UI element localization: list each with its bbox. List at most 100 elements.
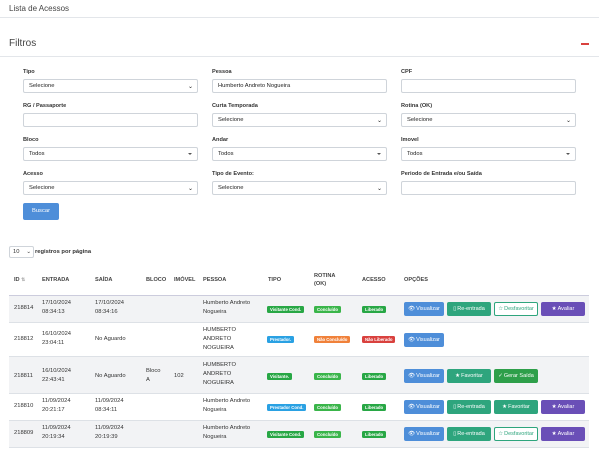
avaliar-button[interactable]: ★Avaliar	[541, 427, 585, 441]
tipo-badge: Visitante Cond.	[267, 306, 305, 313]
pessoa-label: Pessoa	[212, 69, 232, 75]
acesso-label: Acesso	[23, 171, 43, 177]
tipo-badge: Prestador Cond.	[267, 404, 307, 411]
chevron-down-icon: ⌄	[565, 118, 571, 124]
visualizar-button[interactable]: 👁Visualizar	[404, 333, 444, 347]
imovel-select[interactable]: Todos	[401, 147, 576, 161]
table-row: 218810 11/09/2024 20:21:17 11/09/2024 08…	[9, 394, 589, 421]
rg-label: RG / Passaporte	[23, 103, 67, 109]
cell-pessoa: Humberto Andreto Nogueira	[203, 300, 251, 315]
reentrada-button[interactable]: ▯Re-entrada	[447, 427, 491, 441]
cell-pessoa: Humberto Andreto Nogueira	[203, 398, 251, 413]
page-size-select[interactable]: 10 ⌄	[9, 246, 34, 258]
th-id[interactable]: ID ⇅	[14, 277, 25, 283]
filters-title: Filtros	[9, 38, 37, 49]
th-entrada[interactable]: ENTRADA	[42, 277, 69, 283]
th-tipo[interactable]: TIPO	[268, 277, 281, 283]
tipo-badge: Visitante.	[267, 373, 293, 380]
rotina-badge: Concluído	[314, 306, 342, 313]
acesso-badge: Liberado	[362, 431, 387, 438]
cell-saida: 11/09/2024 08:34:11	[95, 398, 124, 413]
acesso-select[interactable]: Selecione ⌄	[23, 181, 198, 195]
acesso-badge: Liberado	[362, 404, 387, 411]
star-icon: ☆	[498, 431, 504, 437]
acesso-badge: Não Liberado	[362, 336, 396, 343]
door-icon: ▯	[453, 404, 457, 410]
tipo-evento-select[interactable]: Selecione ⌄	[212, 181, 387, 195]
acesso-badge: Liberado	[362, 373, 387, 380]
acesso-badge: Liberado	[362, 306, 387, 313]
curta-label: Curta Temporada	[212, 103, 258, 109]
tipo-select[interactable]: Selecione ⌄	[23, 79, 198, 93]
gerar-saida-button[interactable]: ✓Gerar Saída	[494, 369, 538, 383]
star-icon: ★	[502, 404, 508, 410]
rotina-badge: Concluído	[314, 431, 342, 438]
th-pessoa[interactable]: PESSOA	[203, 277, 226, 283]
tipo-badge: Visitante Cond.	[267, 431, 305, 438]
cell-imovel: 102	[174, 373, 184, 379]
door-icon: ▯	[453, 306, 457, 312]
rg-input[interactable]	[23, 113, 198, 127]
cell-entrada: 11/09/2024 20:21:17	[42, 398, 71, 413]
table-row: 218812 16/10/2024 23:04:11 No Aguardo HU…	[9, 323, 589, 357]
eye-icon: 👁	[408, 337, 416, 343]
desfavoritar-button[interactable]: ☆Desfavoritar	[494, 427, 538, 441]
caret-down-icon	[188, 153, 192, 155]
check-icon: ✓	[498, 373, 503, 379]
cell-id: 218809	[14, 430, 34, 436]
visualizar-button[interactable]: 👁Visualizar	[404, 427, 444, 441]
th-rotina[interactable]: ROTINA (OK)	[314, 272, 344, 288]
andar-select[interactable]: Todos	[212, 147, 387, 161]
cpf-input[interactable]	[401, 79, 576, 93]
pessoa-input[interactable]: Humberto Andreto Nogueira	[212, 79, 387, 93]
th-bloco[interactable]: BLOCO	[146, 277, 166, 283]
star-icon: ☆	[498, 306, 504, 312]
periodo-label: Periodo de Entrada e/ou Saída	[401, 171, 482, 177]
rotina-label: Rotina (OK)	[401, 103, 433, 109]
cell-entrada: 17/10/2024 08:34:13	[42, 300, 72, 315]
cell-entrada: 16/10/2024 23:04:11	[42, 331, 72, 346]
favoritar-button[interactable]: ★Favoritar	[494, 400, 538, 414]
rotina-select[interactable]: Selecione ⌄	[401, 113, 576, 127]
cell-saida: No Aguardo	[95, 336, 126, 342]
star-icon: ★	[551, 306, 557, 312]
chevron-down-icon: ⌄	[187, 186, 193, 192]
tipo-evento-label: Tipo de Evento:	[212, 171, 254, 177]
cell-id: 218814	[14, 305, 34, 311]
eye-icon: 👁	[408, 373, 416, 379]
star-icon: ★	[551, 404, 557, 410]
cpf-label: CPF	[401, 69, 413, 75]
rotina-badge: Não Concluído	[314, 336, 351, 343]
visualizar-button[interactable]: 👁Visualizar	[404, 400, 444, 414]
bloco-select[interactable]: Todos	[23, 147, 198, 161]
favoritar-button[interactable]: ★Favoritar	[447, 369, 491, 383]
buscar-button[interactable]: Buscar	[23, 203, 59, 220]
cell-bloco: Bloco A	[146, 368, 161, 383]
cell-id: 218811	[14, 373, 33, 379]
curta-select[interactable]: Selecione ⌄	[212, 113, 387, 127]
reentrada-button[interactable]: ▯Re-entrada	[447, 302, 491, 316]
page-size-label: registros por página	[35, 249, 92, 255]
chevron-down-icon: ⌄	[376, 118, 382, 124]
desfavoritar-button[interactable]: ☆Desfavoritar	[494, 302, 538, 316]
eye-icon: 👁	[408, 431, 416, 437]
chevron-down-icon: ⌄	[26, 249, 31, 255]
periodo-input[interactable]	[401, 181, 576, 195]
andar-label: Andar	[212, 137, 229, 143]
visualizar-button[interactable]: 👁Visualizar	[404, 302, 444, 316]
th-acesso[interactable]: ACESSO	[362, 277, 386, 283]
avaliar-button[interactable]: ★Avaliar	[541, 400, 585, 414]
th-imovel[interactable]: IMÓVEL	[174, 277, 195, 283]
reentrada-button[interactable]: ▯Re-entrada	[447, 400, 491, 414]
eye-icon: 👁	[408, 306, 416, 312]
collapse-icon[interactable]	[581, 43, 589, 45]
th-saida[interactable]: SAÍDA	[95, 277, 112, 283]
avaliar-button[interactable]: ★Avaliar	[541, 302, 585, 316]
star-icon: ★	[551, 431, 557, 437]
page-header: Lista de Acessos	[0, 0, 599, 18]
cell-saida: No Aguardo	[95, 373, 126, 379]
visualizar-button[interactable]: 👁Visualizar	[404, 369, 444, 383]
imovel-label: Imovel	[401, 137, 419, 143]
table-row: 218811 16/10/2024 22:43:41 No Aguardo Bl…	[9, 357, 589, 394]
cell-pessoa: HUMBERTO ANDRETO NOGUEIRA	[203, 327, 236, 351]
